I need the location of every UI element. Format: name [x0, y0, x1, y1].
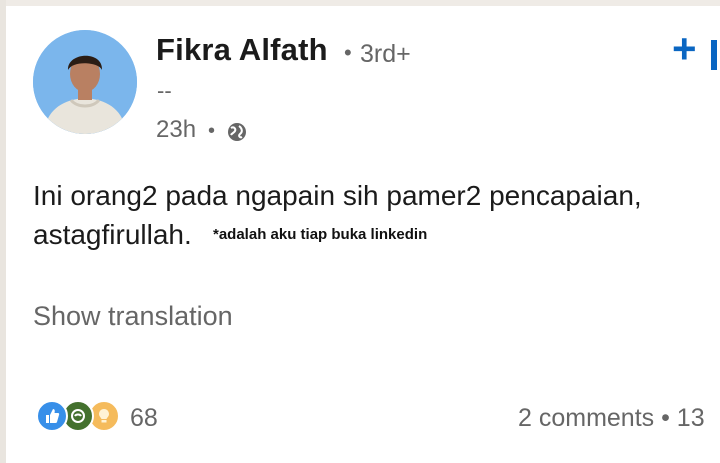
reaction-icons[interactable]	[36, 400, 122, 434]
top-edge	[0, 0, 720, 6]
post-timestamp: 23h	[156, 116, 197, 143]
like-icon	[36, 400, 68, 432]
post-line-1: Ini orang2 pada ngapain sih pamer2 penca…	[33, 180, 642, 211]
show-translation-link[interactable]: Show translation	[33, 301, 233, 332]
follow-button[interactable]: +	[672, 28, 697, 70]
avatar[interactable]	[33, 30, 137, 134]
time-separator: •	[208, 120, 216, 142]
author-headline: --	[157, 78, 172, 103]
globe-icon	[226, 121, 248, 143]
author-name[interactable]: Fikra Alfath	[156, 32, 328, 68]
left-edge	[0, 0, 6, 463]
connection-degree: 3rd+	[360, 40, 411, 68]
follow-button-edge	[711, 40, 717, 70]
comments-count[interactable]: 2 comments • 13	[518, 404, 705, 433]
name-separator: •	[344, 40, 352, 65]
overlay-caption: *adalah aku tiap buka linkedin	[213, 226, 428, 243]
reaction-count[interactable]: 68	[130, 404, 158, 433]
